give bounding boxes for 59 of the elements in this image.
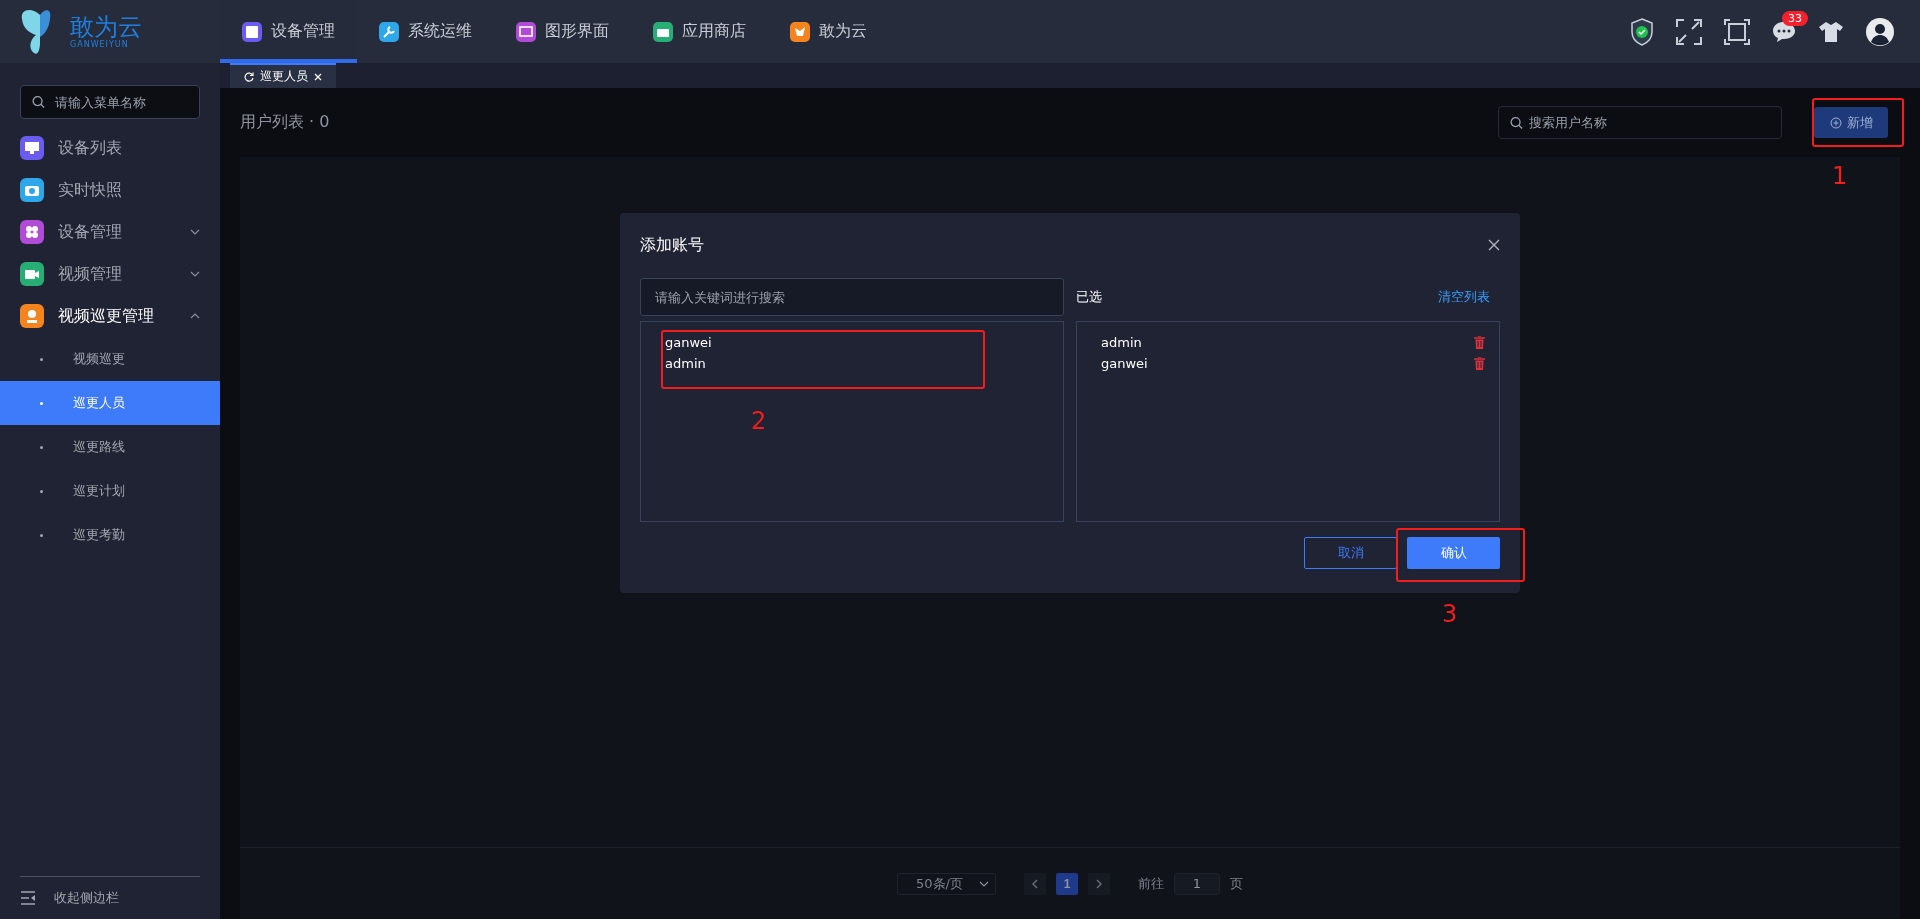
- sidebar-subitem[interactable]: 巡更路线: [0, 425, 220, 469]
- trash-icon[interactable]: [1474, 357, 1485, 370]
- close-icon[interactable]: [314, 72, 322, 81]
- annotation-number: 2: [751, 407, 767, 435]
- page-unit-label: 页: [1230, 874, 1243, 893]
- plus-circle-icon: [1829, 116, 1842, 129]
- sidebar-item[interactable]: 设备管理: [0, 211, 220, 253]
- selected-user-item: ganwei: [1077, 353, 1499, 374]
- nav-tab[interactable]: 图形界面: [494, 0, 631, 63]
- user-item[interactable]: admin: [665, 353, 706, 374]
- nav-tab[interactable]: 敢为云: [768, 0, 889, 63]
- sidebar-subitem[interactable]: 巡更考勤: [0, 513, 220, 557]
- nav-tab[interactable]: 系统运维: [357, 0, 494, 63]
- shirt-icon[interactable]: [1818, 20, 1844, 43]
- collapse-sidebar-label[interactable]: 收起侧边栏: [54, 889, 119, 907]
- page-number-field[interactable]: 1: [1174, 872, 1220, 895]
- dialog-title: 添加账号: [640, 234, 704, 256]
- avatar-icon[interactable]: [1866, 17, 1894, 46]
- shield-icon[interactable]: [1630, 17, 1654, 46]
- goto-label: 前往: [1138, 874, 1164, 893]
- logo-subtitle: GANWEIYUN: [70, 40, 130, 49]
- chevron-down-icon: [190, 229, 200, 235]
- user-search-field[interactable]: 搜索用户名称: [1498, 106, 1782, 139]
- collapse-icon[interactable]: [20, 891, 36, 905]
- sidebar-item[interactable]: 视频巡更管理: [0, 295, 220, 337]
- selected-user-item: admin: [1077, 332, 1499, 353]
- sidebar-item[interactable]: 设备列表: [0, 127, 220, 169]
- sidebar-item[interactable]: 实时快照: [0, 169, 220, 211]
- list-title: 用户列表 · 0: [240, 112, 331, 133]
- close-button[interactable]: [1488, 239, 1500, 251]
- nav-tab[interactable]: 应用商店: [631, 0, 768, 63]
- chevron-down-icon: [190, 271, 200, 277]
- chevron-right-icon: [1095, 878, 1103, 889]
- clear-list-link[interactable]: 清空列表: [1438, 288, 1490, 306]
- chevron-left-icon: [1031, 878, 1039, 889]
- selected-title: 已选: [1076, 288, 1102, 306]
- chevron-down-icon: [979, 880, 989, 887]
- keyword-search-field[interactable]: 请输入关键词进行搜索: [640, 278, 1064, 316]
- search-icon: [32, 95, 45, 109]
- confirm-button[interactable]: 确认: [1407, 537, 1500, 569]
- fullscreen-icon[interactable]: [1676, 18, 1702, 45]
- sidebar-subitem[interactable]: 视频巡更: [0, 337, 220, 381]
- refresh-icon: [244, 71, 254, 82]
- annotation-number: 3: [1442, 600, 1458, 628]
- page-tab[interactable]: 巡更人员: [230, 63, 336, 88]
- sidebar-item[interactable]: 视频管理: [0, 253, 220, 295]
- notification-badge: 33: [1782, 10, 1808, 26]
- add-button[interactable]: 新增: [1814, 107, 1888, 138]
- search-icon: [1510, 116, 1523, 129]
- annotation-number: 1: [1832, 162, 1848, 190]
- frame-icon[interactable]: [1724, 18, 1750, 45]
- menu-search-field[interactable]: 请输入菜单名称: [20, 85, 200, 119]
- cancel-button[interactable]: 取消: [1304, 537, 1397, 569]
- logo-name: 敢为云: [70, 14, 142, 40]
- sidebar-subitem[interactable]: 巡更计划: [0, 469, 220, 513]
- page-size-select[interactable]: 50条/页: [897, 872, 996, 895]
- trash-icon[interactable]: [1474, 336, 1485, 349]
- sidebar-subitem[interactable]: 巡更人员: [0, 381, 220, 425]
- chevron-up-icon: [190, 313, 200, 319]
